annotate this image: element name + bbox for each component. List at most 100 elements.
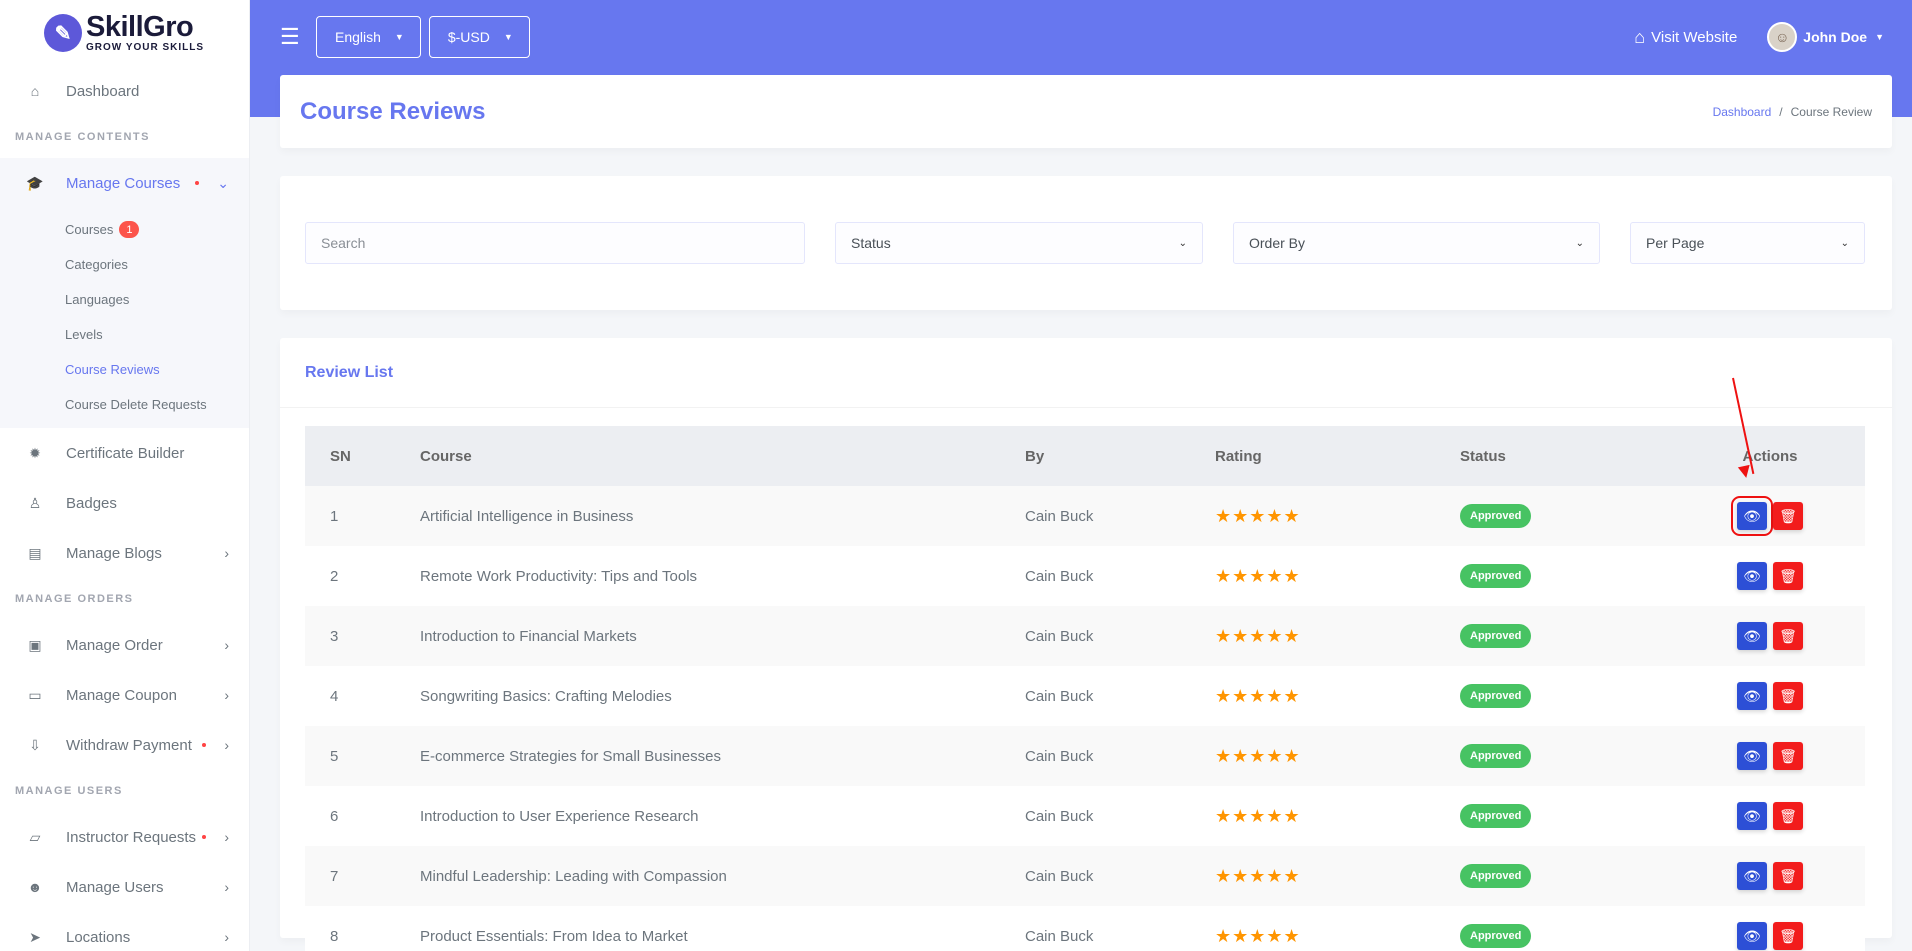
chevron-down-icon: ⌄ — [1178, 237, 1187, 249]
graduation-cap-icon: 🎓 — [26, 174, 44, 191]
page-header: Course Reviews Dashboard / Course Review — [280, 75, 1892, 148]
search-input[interactable]: Search — [305, 222, 805, 264]
coupon-icon: ▭ — [28, 686, 42, 703]
eye-icon: 👁 — [1743, 867, 1761, 884]
notification-dot — [202, 835, 207, 839]
review-list-card: Review List SN Course By Rating Status A… — [280, 338, 1892, 951]
sidebar-item-manage-courses[interactable]: 🎓 Manage Courses ⌄ — [0, 158, 249, 208]
currency-dropdown[interactable]: $-USD ▼ — [428, 16, 530, 58]
instructor-icon: ▱ — [29, 828, 41, 845]
per-page-select[interactable]: Per Page ⌄ — [1630, 222, 1865, 264]
column-header-actions: Actions — [1675, 426, 1865, 486]
column-header-rating: Rating — [1215, 426, 1460, 486]
sidebar-item-withdraw-payment[interactable]: ⇩ Withdraw Payment › — [0, 720, 249, 770]
caret-down-icon: ▼ — [503, 32, 513, 42]
star-rating: ★★★★★ — [1215, 925, 1301, 946]
breadcrumb: Dashboard / Course Review — [1712, 104, 1872, 119]
main-content: Course Reviews Dashboard / Course Review… — [280, 74, 1892, 951]
view-button[interactable]: 👁 — [1737, 622, 1767, 650]
delete-button[interactable]: 🗑 — [1773, 862, 1803, 890]
certificate-icon: ✹ — [29, 444, 41, 461]
hand-money-icon: ⇩ — [29, 736, 41, 753]
sidebar-item-course-reviews[interactable]: Course Reviews — [0, 352, 249, 387]
column-header-status: Status — [1460, 426, 1675, 486]
filter-card: Search Status ⌄ Order By ⌄ Per Page ⌄ — [280, 176, 1892, 310]
review-list-title: Review List — [305, 363, 394, 381]
sidebar-item-manage-coupon[interactable]: ▭ Manage Coupon › — [0, 670, 249, 720]
breadcrumb-dashboard-link[interactable]: Dashboard — [1713, 105, 1772, 119]
status-badge: Approved — [1460, 744, 1532, 768]
view-button[interactable]: 👁 — [1737, 862, 1767, 890]
view-button[interactable]: 👁 — [1737, 682, 1767, 710]
sidebar-item-instructor-requests[interactable]: ▱ Instructor Requests › — [0, 812, 249, 862]
delete-button[interactable]: 🗑 — [1773, 922, 1803, 950]
eye-icon: 👁 — [1743, 747, 1761, 764]
sidebar-item-manage-blogs[interactable]: ▤ Manage Blogs › — [0, 528, 249, 578]
column-header-sn: SN — [305, 426, 420, 486]
star-rating: ★★★★★ — [1215, 685, 1301, 706]
shopping-bag-icon: ▣ — [28, 636, 42, 653]
view-button[interactable]: 👁 — [1737, 562, 1767, 590]
table-header-row: SN Course By Rating Status Actions — [305, 426, 1865, 486]
delete-button[interactable]: 🗑 — [1773, 742, 1803, 770]
reviewer-name: Cain Buck — [1025, 486, 1215, 546]
logo-icon: ✎ — [44, 14, 82, 52]
location-arrow-icon: ➤ — [29, 928, 41, 945]
course-name: Introduction to Financial Markets — [420, 606, 1025, 666]
chevron-down-icon: ⌄ — [217, 174, 229, 191]
chevron-right-icon: › — [224, 687, 229, 703]
course-name: Mindful Leadership: Leading with Compass… — [420, 846, 1025, 906]
sidebar-item-languages[interactable]: Languages — [0, 282, 249, 317]
reviewer-name: Cain Buck — [1025, 906, 1215, 951]
brand-logo[interactable]: ✎ SkillGro GROW YOUR SKILLS — [0, 0, 249, 66]
menu-header-manage-contents: MANAGE CONTENTS — [15, 131, 150, 143]
order-by-select[interactable]: Order By ⌄ — [1233, 222, 1600, 264]
sidebar-item-courses[interactable]: Courses 1 — [0, 212, 249, 247]
eye-icon: 👁 — [1743, 807, 1761, 824]
column-header-course: Course — [420, 426, 1025, 486]
trash-icon: 🗑 — [1779, 507, 1797, 524]
chevron-right-icon: › — [224, 737, 229, 753]
delete-button[interactable]: 🗑 — [1773, 502, 1803, 530]
sidebar: ✎ SkillGro GROW YOUR SKILLS ⌂ Dashboard … — [0, 0, 250, 951]
sidebar-item-manage-order[interactable]: ▣ Manage Order › — [0, 620, 249, 670]
reviewer-name: Cain Buck — [1025, 786, 1215, 846]
sidebar-item-certificate-builder[interactable]: ✹ Certificate Builder — [0, 428, 249, 478]
visit-website-link[interactable]: ⌂ Visit Website — [1634, 27, 1737, 48]
notification-dot — [202, 743, 207, 747]
sidebar-item-categories[interactable]: Categories — [0, 247, 249, 282]
course-name: E-commerce Strategies for Small Business… — [420, 726, 1025, 786]
caret-down-icon: ▼ — [1875, 32, 1884, 42]
delete-button[interactable]: 🗑 — [1773, 562, 1803, 590]
home-icon: ⌂ — [30, 83, 40, 99]
delete-button[interactable]: 🗑 — [1773, 802, 1803, 830]
language-dropdown[interactable]: English ▼ — [316, 16, 421, 58]
sidebar-item-course-delete-requests[interactable]: Course Delete Requests — [0, 387, 249, 422]
view-button[interactable]: 👁 — [1737, 742, 1767, 770]
reviewer-name: Cain Buck — [1025, 726, 1215, 786]
status-badge: Approved — [1460, 624, 1532, 648]
status-select[interactable]: Status ⌄ — [835, 222, 1203, 264]
sidebar-item-manage-users[interactable]: ☻ Manage Users › — [0, 862, 249, 912]
delete-button[interactable]: 🗑 — [1773, 622, 1803, 650]
delete-button[interactable]: 🗑 — [1773, 682, 1803, 710]
user-menu[interactable]: ☺ John Doe ▼ — [1767, 22, 1884, 52]
badge-icon: ♙ — [28, 494, 42, 511]
eye-icon: 👁 — [1743, 627, 1761, 644]
hamburger-menu-icon[interactable]: ☰ — [280, 24, 300, 50]
sidebar-item-locations[interactable]: ➤ Locations › — [0, 912, 249, 951]
sidebar-item-dashboard[interactable]: ⌂ Dashboard — [0, 66, 249, 116]
reviewer-name: Cain Buck — [1025, 606, 1215, 666]
reviewer-name: Cain Buck — [1025, 546, 1215, 606]
trash-icon: 🗑 — [1779, 627, 1797, 644]
chevron-right-icon: › — [224, 637, 229, 653]
eye-icon: 👁 — [1743, 927, 1761, 944]
view-button[interactable]: 👁 — [1737, 922, 1767, 950]
menu-header-manage-orders: MANAGE ORDERS — [15, 593, 134, 605]
sidebar-item-badges[interactable]: ♙ Badges — [0, 478, 249, 528]
view-button[interactable]: 👁 — [1737, 802, 1767, 830]
view-button[interactable]: 👁 — [1731, 496, 1773, 536]
avatar: ☺ — [1767, 22, 1798, 52]
sidebar-item-levels[interactable]: Levels — [0, 317, 249, 352]
table-row: 2 Remote Work Productivity: Tips and Too… — [305, 546, 1865, 606]
